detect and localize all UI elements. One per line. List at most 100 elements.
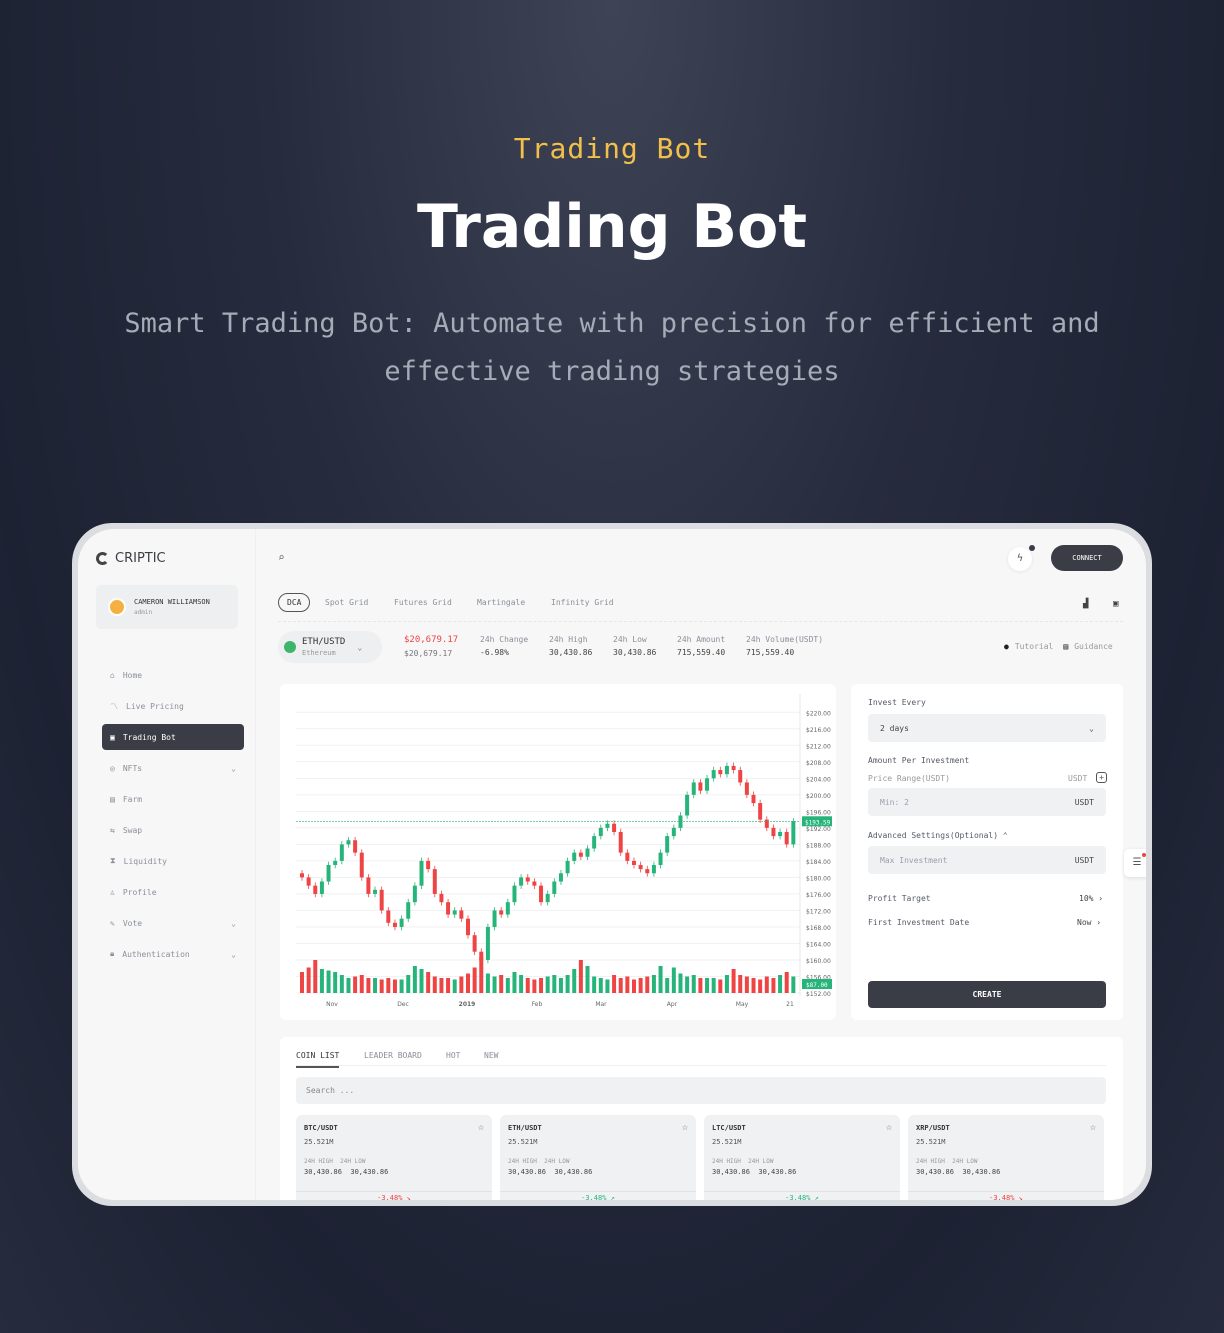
candle-body [326,865,331,882]
sidebar-item-trading-bot[interactable]: ▣ Trading Bot [102,724,244,750]
sidebar-item-authentication[interactable]: 🔒︎ Authentication ⌄ [102,941,244,967]
candle-body [632,860,636,866]
max-investment-input[interactable]: Max Investment USDT [868,846,1106,874]
tutorial-link[interactable]: Tutorial [1015,642,1054,651]
volume-bar [738,975,743,993]
coin-card[interactable]: BTC/USDT ☆ 25.521M 24H HIGH 24H LOW 30,4… [296,1115,492,1200]
coin-volume: 25.521M [916,1138,946,1146]
pair-selector[interactable]: ETH/USTD Ethereum ⌄ [278,631,382,663]
profit-label: Profit Target [868,894,931,903]
sidebar-item-label: Trading Bot [122,732,176,742]
star-icon[interactable]: ☆ [478,1122,484,1133]
trend-down-icon: ↘ [406,1194,411,1200]
high-label: 24H HIGH [916,1158,945,1165]
volume-bar [718,979,723,993]
tab-futures-grid[interactable]: Futures Grid [394,598,452,607]
tab-infinity-grid[interactable]: Infinity Grid [551,598,614,607]
unit: USDT [1074,797,1094,807]
advanced-label: Advanced Settings(Optional) [868,831,999,840]
profit-target-select[interactable]: 10% › [1079,894,1103,903]
stat-label: 24h Amount [677,635,726,644]
candle-body [764,819,769,828]
sidebar-item-swap[interactable]: ⇆ Swap [102,817,244,843]
create-button[interactable]: CREATE [868,981,1106,1008]
volume-bar [651,975,656,993]
stat-label: 24h High [549,635,588,644]
candle-body [578,852,583,857]
candle-body [691,782,696,795]
settings-toggle-icon[interactable]: ☰ [1124,849,1146,877]
lightning-icon[interactable]: ϟ [1008,545,1035,571]
coin-card[interactable]: LTC/USDT ☆ 25.521M 24H HIGH 24H LOW 30,4… [704,1115,900,1200]
candle-body [419,860,424,886]
candle-body [373,889,378,894]
sidebar-item-label: NFTs [122,763,143,773]
star-icon[interactable]: ☆ [1090,1122,1096,1133]
tab-hot[interactable]: HOT [446,1051,460,1060]
hero-title: Trading Bot [416,192,808,262]
coin-search-input[interactable]: Search ... [296,1077,1106,1104]
volume-bar [406,975,411,993]
candle-body [412,885,417,903]
tab-spot-grid[interactable]: Spot Grid [325,598,368,607]
date-value: Now [1077,918,1092,927]
sidebar-item-profile[interactable]: ♙ Profile [102,879,244,905]
volume-bar [313,960,318,993]
volume-bar [386,978,391,993]
invest-every-select[interactable]: 2 days ⌄ [868,714,1106,742]
volume-bar [525,978,530,993]
bar-chart-icon[interactable]: ▟ [1083,599,1088,609]
sidebar-item-vote[interactable]: ✎ Vote ⌄ [102,910,244,936]
sidebar-item-live-pricing[interactable]: 〽 Live Pricing [102,693,244,719]
star-icon[interactable]: ☆ [886,1122,892,1133]
stat-value: 30,430.86 [549,648,593,657]
guidance-link[interactable]: Guidance [1074,642,1113,651]
y-tick-label: $160.00 [806,958,831,965]
low-value: 30,430.86 [962,1168,1001,1176]
coin-card[interactable]: ETH/USDT ☆ 25.521M 24H HIGH 24H LOW 30,4… [500,1115,696,1200]
advanced-toggle[interactable]: Advanced Settings(Optional) ⌃ [868,831,1008,840]
candle-body [731,765,736,771]
volume-bar [319,969,324,993]
lock-icon: 🔒︎ [110,949,115,958]
ticker-stat: 24h High 30,430.86 [549,635,592,657]
user-icon: ♙ [110,887,115,897]
connect-button[interactable]: CONNECT [1051,545,1123,571]
last-price-label: $193.59 [805,819,831,826]
coin-change: -3.48% [377,1194,403,1200]
brand-logo[interactable]: CRIPTIC [96,551,166,566]
coin-pair: XRP/USDT [916,1124,950,1132]
user-card[interactable]: CAMERON WILLIAMSON admin [96,585,238,629]
sidebar-item-farm[interactable]: ▤ Farm [102,786,244,812]
x-tick-label: Mar [595,1001,607,1008]
sidebar-item-home[interactable]: ⌂ Home [102,662,244,688]
sidebar-item-liquidity[interactable]: ⧗ Liquidity [102,848,244,874]
candlestick-chart[interactable]: $220.00 $216.00 $212.00 $208.00 $204.00 $200.… [280,684,836,1020]
ethereum-icon [284,641,296,653]
price-sub: $20,679.17 [404,649,453,658]
volume-bar [558,978,563,993]
date-select[interactable]: Now › [1077,918,1101,927]
add-icon[interactable]: + [1096,772,1107,783]
tab-dca[interactable]: DCA [278,593,311,612]
tab-martingale[interactable]: Martingale [477,598,525,607]
candle-body [565,860,570,874]
search-icon[interactable]: ⌕ [278,551,285,564]
tab-new[interactable]: NEW [484,1051,498,1060]
volume-bar [711,978,716,993]
y-tick-label: $196.00 [806,809,831,816]
candle-body [592,836,597,849]
volume-bar [598,978,603,993]
sidebar-item-nfts[interactable]: ◎ NFTs ⌄ [102,755,244,781]
stat-value: 715,559.40 [677,648,726,657]
volume-bar [625,976,630,993]
document-icon[interactable]: ▣ [1113,599,1118,609]
volume-bar [426,972,431,993]
tab-leader-board[interactable]: LEADER BOARD [364,1051,422,1060]
volume-bar [791,976,796,993]
min-price-input[interactable]: Min: 2 USDT [868,788,1106,816]
candle-body [386,910,391,923]
candle-body [665,836,670,853]
coin-card[interactable]: XRP/USDT ☆ 25.521M 24H HIGH 24H LOW 30,4… [908,1115,1104,1200]
star-icon[interactable]: ☆ [682,1122,688,1133]
